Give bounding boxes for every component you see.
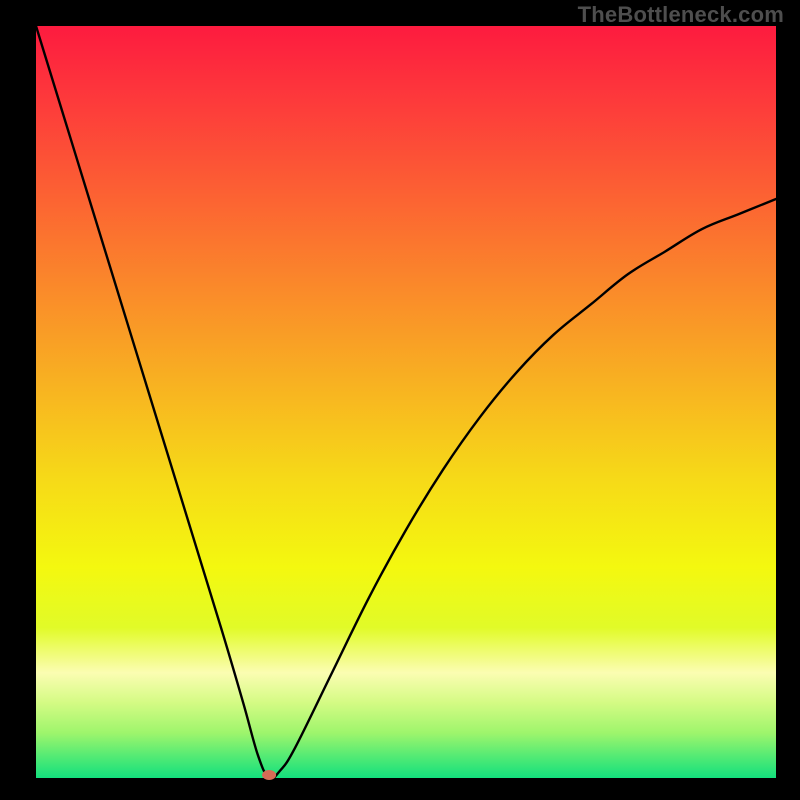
plot-background — [36, 26, 776, 778]
chart-container: TheBottleneck.com — [0, 0, 800, 800]
watermark-label: TheBottleneck.com — [578, 2, 784, 28]
bottleneck-chart — [0, 0, 800, 800]
min-marker — [262, 770, 276, 780]
